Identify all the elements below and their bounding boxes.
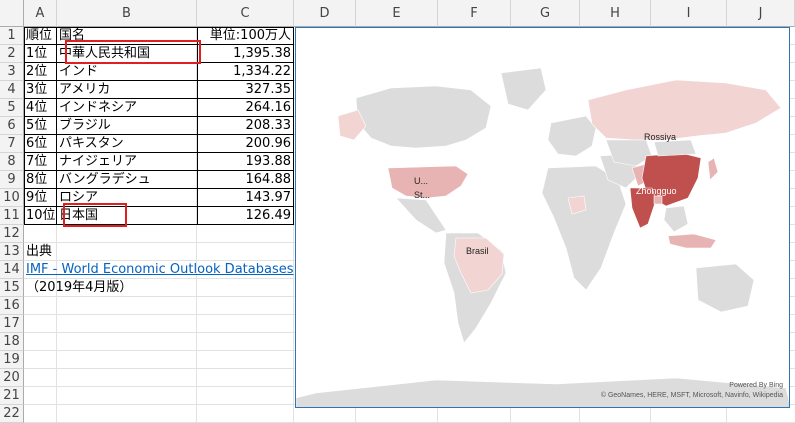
world-map: Rossiya Zhongguo Brasil U... St...: [296, 67, 789, 407]
table-cell-value[interactable]: 327.35: [197, 81, 293, 99]
spreadsheet: ABCDEFGHIJ 1 2 3 4 5 6 7 8 9 10 11 12 13 14 15 16 17 18 19…: [0, 0, 795, 423]
map-chart[interactable]: Rossiya Zhongguo Brasil U... St... Power…: [295, 27, 790, 408]
table-row-border: [24, 188, 294, 189]
australia-shape: [695, 263, 755, 313]
table-row-border: [24, 80, 294, 81]
row-header-10[interactable]: 10: [0, 189, 24, 207]
mongolia-shape: [653, 139, 697, 157]
table-row-border: [24, 116, 294, 117]
row-header-9[interactable]: 9: [0, 171, 24, 189]
table-cell-value[interactable]: 143.97: [197, 189, 293, 207]
southeast-asia-shape: [663, 205, 689, 233]
canada-shape: [355, 85, 492, 149]
table-cell-value[interactable]: 208.33: [197, 117, 293, 135]
map-credit: © GeoNames, HERE, MSFT, Microsoft, Navin…: [600, 392, 783, 399]
row-header-21[interactable]: 21: [0, 387, 24, 405]
table-cell-rank[interactable]: 5位: [24, 117, 57, 135]
row-header-3[interactable]: 3: [0, 63, 24, 81]
table-cell-country[interactable]: ナイジェリア: [57, 153, 197, 171]
row-header-11[interactable]: 11: [0, 207, 24, 225]
select-all-corner[interactable]: [0, 0, 24, 27]
indonesia-shape: [667, 233, 717, 249]
label-usa-2: St...: [414, 190, 430, 200]
table-cell-country[interactable]: インド: [57, 63, 197, 81]
column-header-a[interactable]: A: [24, 0, 57, 27]
row-header-7[interactable]: 7: [0, 135, 24, 153]
table-cell-value[interactable]: 200.96: [197, 135, 293, 153]
table-cell-rank[interactable]: 3位: [24, 81, 57, 99]
table-cell-value[interactable]: 126.49: [197, 207, 293, 225]
column-header-c[interactable]: C: [197, 0, 294, 27]
highlight-japan: [63, 203, 127, 227]
row-header-14[interactable]: 14: [0, 261, 24, 279]
row-header-17[interactable]: 17: [0, 315, 24, 333]
row-header-5[interactable]: 5: [0, 99, 24, 117]
row-header-15[interactable]: 15: [0, 279, 24, 297]
table-cell-country[interactable]: バングラデシュ: [57, 171, 197, 189]
table-row-border: [24, 134, 294, 135]
table-cell-country[interactable]: ブラジル: [57, 117, 197, 135]
table-cell-value[interactable]: 1,334.22: [197, 63, 293, 81]
powered-by-bing: Powered By Bing: [729, 382, 783, 389]
table-cell-value[interactable]: 164.88: [197, 171, 293, 189]
table-cell-value[interactable]: 264.16: [197, 99, 293, 117]
table-cell-rank[interactable]: 7位: [24, 153, 57, 171]
table-cell-value[interactable]: 193.88: [197, 153, 293, 171]
column-header-b[interactable]: B: [57, 0, 197, 27]
header-rank[interactable]: 順位: [24, 27, 57, 45]
table-cell-rank[interactable]: 8位: [24, 171, 57, 189]
row-header-2[interactable]: 2: [0, 45, 24, 63]
column-header-h[interactable]: H: [580, 0, 651, 27]
table-cell-rank[interactable]: 2位: [24, 63, 57, 81]
column-header-d[interactable]: D: [294, 0, 356, 27]
japan-shape: [707, 157, 719, 181]
table-row-border: [24, 170, 294, 171]
source-link[interactable]: IMF - World Economic Outlook Databases: [24, 261, 294, 279]
highlight-china: [65, 40, 201, 64]
column-header-j[interactable]: J: [727, 0, 795, 27]
label-china: Zhongguo: [636, 186, 677, 196]
table-cell-rank[interactable]: 10位: [24, 207, 57, 225]
row-header-13[interactable]: 13: [0, 243, 24, 261]
row-header-12[interactable]: 12: [0, 225, 24, 243]
table-cell-rank[interactable]: 9位: [24, 189, 57, 207]
column-header-i[interactable]: I: [651, 0, 727, 27]
africa-shape: [541, 165, 627, 291]
row-header-18[interactable]: 18: [0, 333, 24, 351]
table-cell-value[interactable]: 1,395.38: [197, 45, 293, 63]
row-header-4[interactable]: 4: [0, 81, 24, 99]
row-header-19[interactable]: 19: [0, 351, 24, 369]
label-russia: Rossiya: [644, 132, 676, 142]
row-header-1[interactable]: 1: [0, 27, 24, 45]
table-cell-country[interactable]: インドネシア: [57, 99, 197, 117]
row-header-20[interactable]: 20: [0, 369, 24, 387]
gridline-col: [293, 27, 294, 423]
table-row-border: [24, 98, 294, 99]
row-header-16[interactable]: 16: [0, 297, 24, 315]
table-cell-country[interactable]: パキスタン: [57, 135, 197, 153]
column-header-f[interactable]: F: [438, 0, 511, 27]
table-cell-rank[interactable]: 6位: [24, 135, 57, 153]
row-header-22[interactable]: 22: [0, 405, 24, 423]
row-header-6[interactable]: 6: [0, 117, 24, 135]
source-note: （2019年4月版）: [26, 280, 133, 295]
table-cell-country[interactable]: アメリカ: [57, 81, 197, 99]
column-header-g[interactable]: G: [511, 0, 580, 27]
table-cell-rank[interactable]: 1位: [24, 45, 57, 63]
column-header-e[interactable]: E: [356, 0, 438, 27]
europe-shape: [547, 115, 597, 157]
label-brazil: Brasil: [466, 246, 489, 256]
bangladesh-shape: [653, 195, 663, 205]
mexico-shape: [395, 197, 447, 234]
source-label: 出典: [26, 244, 53, 259]
header-value[interactable]: 単位:100万人: [197, 27, 293, 45]
row-header-8[interactable]: 8: [0, 153, 24, 171]
label-usa-1: U...: [414, 176, 428, 186]
greenland-shape: [500, 67, 547, 111]
table-cell-rank[interactable]: 4位: [24, 99, 57, 117]
russia-shape: [587, 79, 782, 141]
table-row-border: [24, 152, 294, 153]
